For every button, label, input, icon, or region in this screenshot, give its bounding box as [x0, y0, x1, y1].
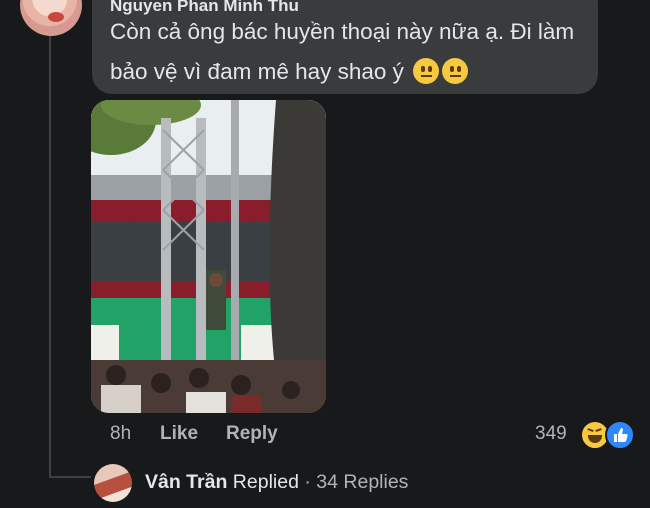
thread-line — [49, 30, 51, 478]
comment-bubble: Nguyen Phan Minh Thu Còn cả ông bác huyề… — [92, 0, 598, 94]
reply-button[interactable]: Reply — [226, 423, 278, 445]
commenter-avatar[interactable] — [20, 0, 82, 36]
comment-photo[interactable] — [91, 100, 326, 413]
neutral-face-emoji-icon — [442, 58, 469, 84]
replier-name: Vân Trần — [145, 471, 228, 493]
reply-count: 34 Replies — [316, 471, 409, 493]
like-button[interactable]: Like — [160, 423, 198, 445]
thread-connector — [49, 476, 91, 478]
view-replies-link[interactable]: Vân Trần Replied · 34 Replies — [145, 471, 408, 494]
replier-avatar[interactable] — [94, 464, 132, 502]
reply-separator: · — [304, 471, 311, 493]
comment-text: Còn cả ông bác huyền thoại này nữa ạ. Đi… — [110, 12, 590, 92]
like-reaction-icon[interactable] — [605, 420, 635, 450]
replied-label: Replied — [232, 471, 299, 493]
comment-body: Còn cả ông bác huyền thoại này nữa ạ. Đi… — [110, 19, 575, 84]
reaction-count[interactable]: 349 — [535, 423, 567, 445]
comment-timestamp[interactable]: 8h — [110, 423, 131, 445]
neutral-face-emoji-icon — [413, 58, 440, 84]
